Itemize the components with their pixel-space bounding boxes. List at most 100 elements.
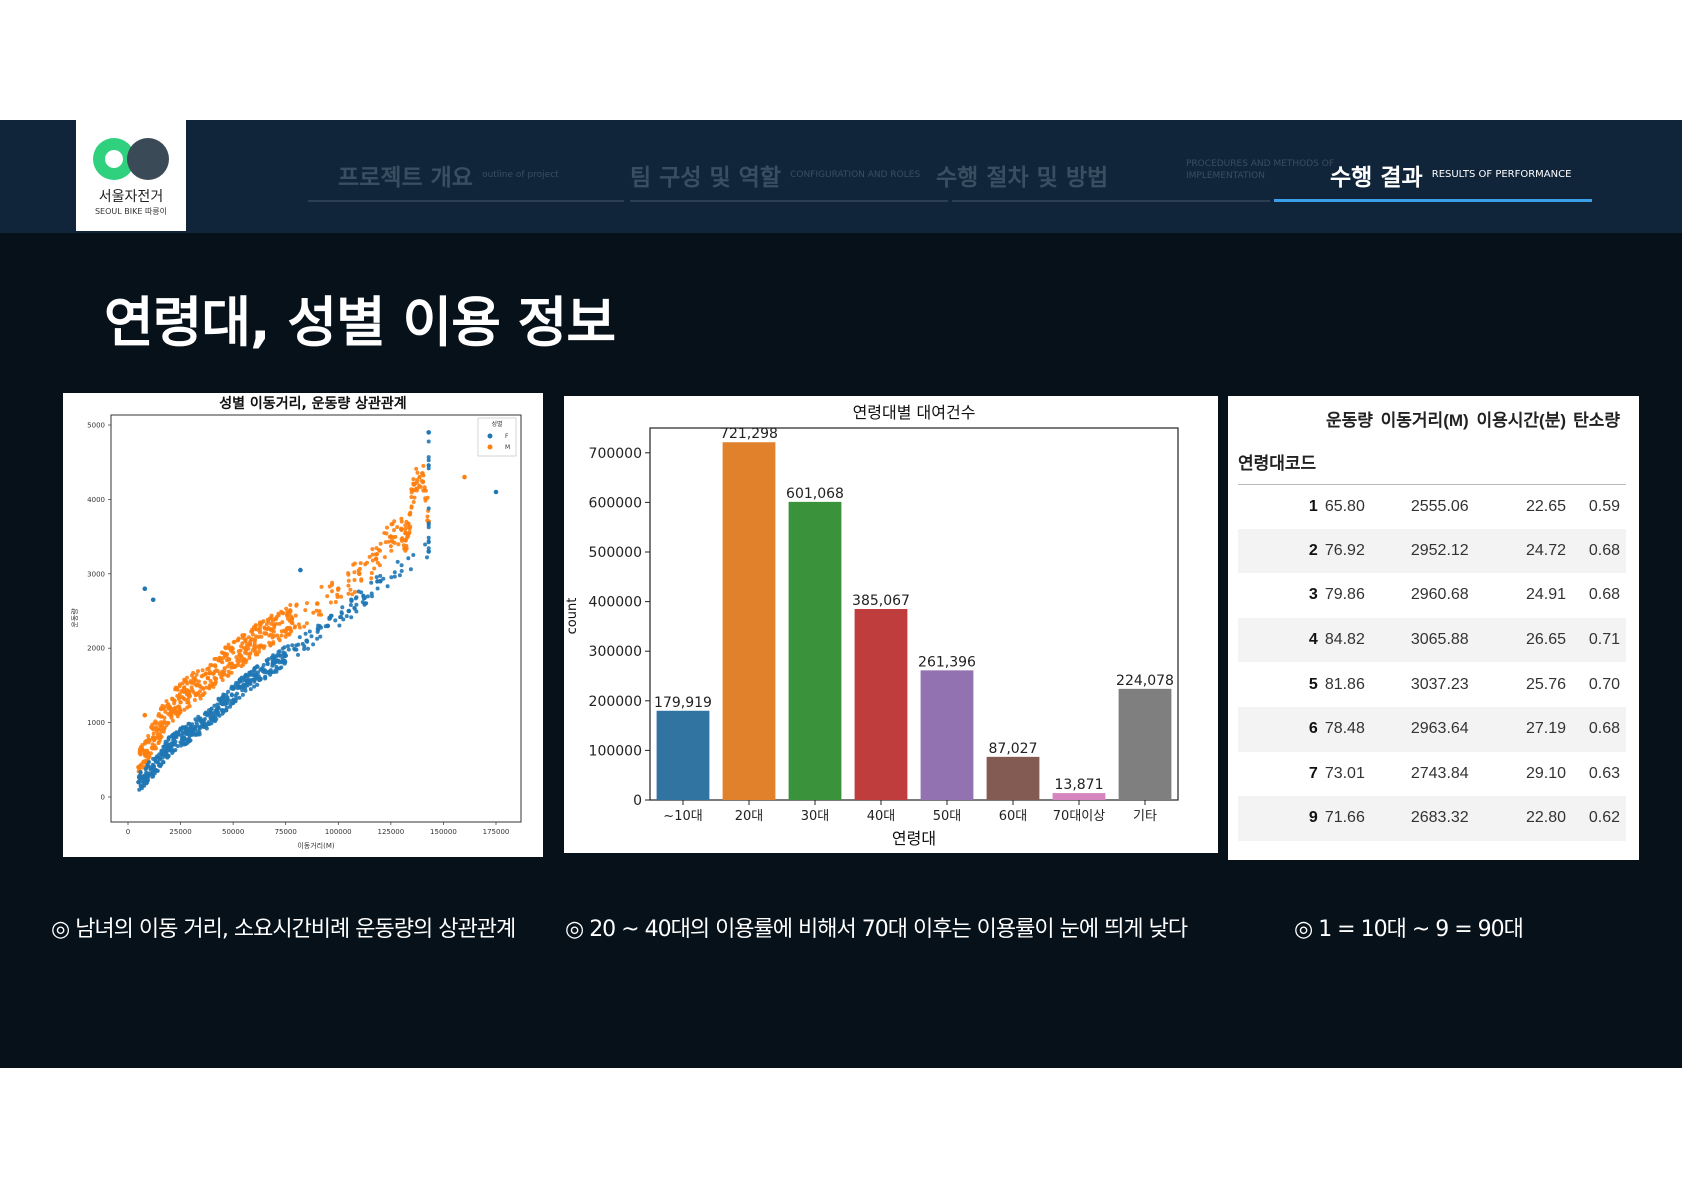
- table-cell: 29.10: [1525, 764, 1567, 782]
- table-row: 4 84.82 3065.88 26.65 0.71: [1238, 617, 1626, 663]
- scatter-point: [145, 748, 150, 753]
- scatter-point: [304, 621, 309, 626]
- scatter-point: [353, 590, 357, 594]
- scatter-point: [199, 674, 204, 679]
- column-header: 이동거리(M): [1380, 410, 1469, 430]
- scatter-point: [230, 700, 235, 705]
- scatter-point: [336, 586, 341, 591]
- scatter-point: [421, 479, 426, 484]
- table-cell: 0.59: [1588, 497, 1620, 515]
- scatter-point: [279, 665, 284, 670]
- bar-chart: 연령대별 대여건수 0 100000 200000 300000 400000 50000…: [565, 403, 1179, 848]
- logo-name: 서울자전거: [98, 189, 164, 205]
- table-row: 1 65.80 2555.06 22.65 0.59: [1238, 484, 1626, 529]
- nav-tab-outline[interactable]: 프로젝트 개요 outline of project: [308, 158, 624, 202]
- scatter-point: [145, 762, 150, 767]
- table-index-cell: 5: [1308, 675, 1318, 693]
- scatter-point: [173, 739, 178, 744]
- scatter-point: [403, 538, 408, 543]
- legend-title: 성별: [491, 420, 502, 428]
- scatter-point: [136, 764, 141, 770]
- bar-title: 연령대별 대여건수: [853, 403, 976, 422]
- scatter-point: [276, 658, 281, 663]
- scatter-point: [302, 624, 307, 629]
- scatter-point: [207, 669, 212, 674]
- scatter-point: [208, 663, 213, 667]
- scatter-point: [173, 687, 178, 692]
- bar-category-label: 40대: [867, 809, 896, 824]
- scatter-point: [177, 684, 182, 689]
- table-row: 3 79.86 2960.68 24.91 0.68: [1238, 573, 1626, 618]
- nav-tab-results[interactable]: 수행 결과 RESULTS OF PERFORMANCE: [1274, 158, 1592, 202]
- scatter-point: [159, 706, 164, 711]
- scatter-point: [167, 705, 173, 710]
- scatter-point: [420, 471, 425, 476]
- scatter-point: [426, 463, 431, 468]
- scatter-point: [185, 675, 189, 680]
- scatter-point: [369, 591, 374, 596]
- scatter-point: [426, 506, 431, 511]
- stats-table-panel: 운동량 이동거리(M) 이용시간(분) 탄소량 연령대코드 1 65.80 2555…: [1228, 396, 1639, 860]
- caption-bar: ◎ 20 ~ 40대의 이용률에 비해서 70대 이후는 이용률이 눈에 띄게 …: [565, 917, 1188, 942]
- scatter-point: [340, 605, 345, 610]
- nav-tab-roles[interactable]: 팀 구성 및 역할 CONFIGURATION AND ROLES: [630, 158, 948, 202]
- scatter-point: [244, 647, 249, 652]
- bar-category-label: 50대: [933, 809, 962, 824]
- logo[interactable]: 서울자전거 SEOUL BIKE 따릉이: [76, 120, 186, 231]
- scatter-point: [370, 547, 375, 552]
- table-index-header-row: 연령대코드: [1238, 440, 1626, 485]
- bar-value-label: 721,298: [720, 426, 778, 442]
- scatter-point: [158, 732, 162, 737]
- table-cell: 2683.32: [1378, 796, 1475, 841]
- scatter-point: [229, 670, 234, 675]
- table-cell: 73.01: [1324, 764, 1365, 782]
- scatter-point: [200, 668, 205, 673]
- scatter-point: [426, 439, 431, 444]
- scatter-ytick-label: 3000: [87, 570, 105, 578]
- nav-tab-procedures[interactable]: 수행 절차 및 방법 PROCEDURES AND METHODS OF IMP…: [936, 158, 1334, 202]
- scatter-point: [138, 752, 143, 757]
- scatter-point: [337, 623, 342, 628]
- scatter-point: [202, 691, 207, 695]
- scatter-point: [179, 689, 184, 694]
- scatter-point: [357, 571, 362, 577]
- table-cell: 0.68: [1588, 586, 1620, 604]
- table-cell: 0.63: [1588, 764, 1620, 782]
- scatter-point: [248, 687, 253, 692]
- scatter-point: [277, 621, 282, 626]
- scatter-point: [290, 621, 295, 626]
- table-index-cell: 7: [1308, 764, 1318, 782]
- scatter-point: [302, 647, 307, 651]
- scatter-ytick-label: 0: [101, 794, 105, 802]
- scatter-point: [214, 656, 219, 661]
- caption-scatter: ◎ 남녀의 이동 거리, 소요시간비례 운동량의 상관관계: [51, 917, 516, 942]
- scatter-point: [298, 567, 303, 573]
- scatter-point: [232, 639, 237, 644]
- scatter-point: [143, 779, 148, 784]
- scatter-point: [157, 752, 162, 757]
- scatter-point: [140, 784, 145, 789]
- scatter-point: [399, 569, 404, 573]
- scatter-xtick-label: 100000: [325, 828, 352, 836]
- scatter-point: [283, 653, 288, 658]
- bar-ytick-label: 300000: [589, 644, 642, 660]
- scatter-point: [293, 613, 298, 618]
- scatter-point: [266, 657, 271, 662]
- scatter-point: [190, 687, 195, 692]
- table-row: 7 73.01 2743.84 29.10 0.63: [1238, 752, 1626, 797]
- scatter-xtick-label: 50000: [222, 828, 244, 836]
- bar-3: [854, 609, 908, 800]
- scatter-point: [185, 700, 190, 705]
- scatter-point: [250, 677, 254, 682]
- scatter-point: [333, 618, 338, 623]
- scatter-chart-panel: 성별 이동거리, 운동량 상관관계 0 25000 50000 75000 100000…: [63, 393, 543, 857]
- scatter-point: [155, 760, 160, 765]
- scatter-point: [263, 631, 268, 636]
- scatter-point: [213, 677, 218, 682]
- scatter-point: [226, 642, 231, 647]
- scatter-point: [378, 573, 383, 578]
- scatter-point: [192, 727, 197, 732]
- scatter-point: [363, 562, 368, 567]
- table-cell: 0.71: [1572, 617, 1626, 663]
- table-index-cell: 4: [1238, 617, 1324, 663]
